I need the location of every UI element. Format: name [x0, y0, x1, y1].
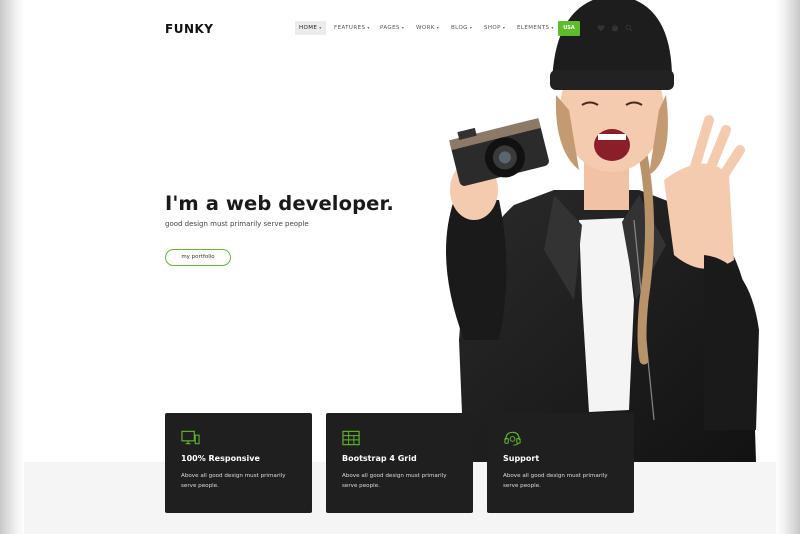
- hero-photo: [446, 0, 759, 462]
- hero-title: I'm a web developer.: [165, 192, 394, 215]
- nav-label: WORK: [416, 25, 435, 31]
- nav-item-shop[interactable]: SHOP ▾: [484, 21, 505, 35]
- nav-label: SHOP: [484, 25, 501, 31]
- feature-text: Above all good design must primarily ser…: [503, 473, 608, 489]
- chevron-down-icon: ▾: [469, 25, 473, 30]
- site-logo[interactable]: FUNKY: [165, 22, 213, 36]
- headset-icon: [504, 431, 521, 446]
- monitor-icon: [181, 430, 200, 445]
- feature-text: Above all good design must primarily ser…: [181, 473, 286, 489]
- portfolio-button[interactable]: my portfolio: [165, 249, 231, 266]
- hero-subtitle: good design must primarily serve people: [165, 220, 309, 228]
- page-right-shadow: [776, 0, 800, 534]
- nav-label: FEATURES: [334, 25, 366, 31]
- buy-button[interactable]: USA: [558, 21, 580, 36]
- nav-item-pages[interactable]: PAGES ▾: [380, 21, 404, 35]
- feature-card-grid: Bootstrap 4 Grid Above all good design m…: [326, 413, 473, 513]
- nav-label: BLOG: [451, 25, 468, 31]
- page: FUNKY HOME ▾ FEATURES ▾ PAGES ▾ WORK ▾ BLOG ▾…: [24, 0, 776, 534]
- page-left-shadow: [0, 0, 24, 534]
- feature-title: Bootstrap 4 Grid: [342, 454, 417, 463]
- heart-icon[interactable]: [597, 24, 605, 32]
- nav-label: PAGES: [380, 25, 400, 31]
- nav-item-blog[interactable]: BLOG ▾: [451, 21, 472, 35]
- chevron-down-icon: ▾: [502, 25, 506, 30]
- nav-label: ELEMENTS: [517, 25, 550, 31]
- nav-item-features[interactable]: FEATURES ▾: [334, 21, 370, 35]
- chevron-down-icon: ▾: [436, 25, 440, 30]
- chevron-down-icon: ▾: [319, 25, 322, 30]
- chevron-down-icon: ▾: [367, 25, 370, 30]
- grid-icon: [342, 430, 360, 446]
- search-icon[interactable]: [625, 24, 633, 32]
- chevron-down-icon: ▾: [401, 25, 405, 30]
- feature-card-responsive: 100% Responsive Above all good design mu…: [165, 413, 312, 513]
- nav-item-work[interactable]: WORK ▾: [416, 21, 439, 35]
- cart-icon[interactable]: [611, 24, 619, 32]
- feature-title: Support: [503, 454, 540, 463]
- feature-card-support: Support Above all good design must prima…: [487, 413, 634, 513]
- feature-title: 100% Responsive: [181, 454, 260, 463]
- nav-label: HOME: [299, 25, 318, 31]
- nav-item-elements[interactable]: ELEMENTS ▾: [517, 21, 554, 35]
- nav-item-home[interactable]: HOME ▾: [295, 21, 326, 35]
- feature-text: Above all good design must primarily ser…: [342, 473, 447, 489]
- chevron-down-icon: ▾: [551, 25, 554, 30]
